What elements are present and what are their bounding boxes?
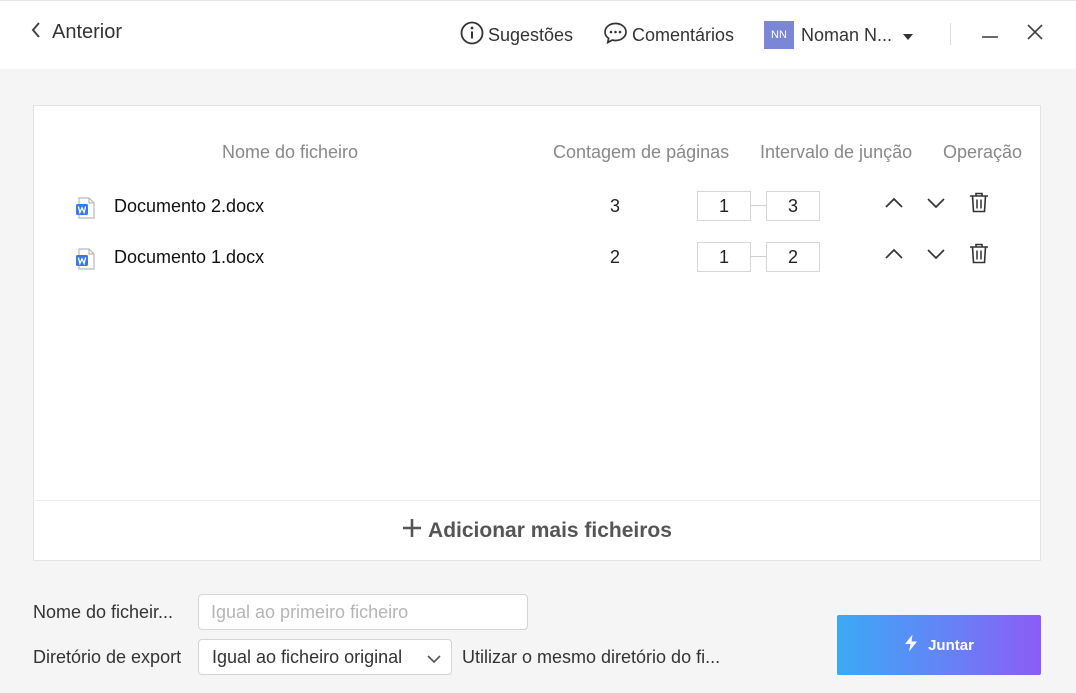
lightning-icon	[904, 634, 918, 657]
merge-button[interactable]: Juntar	[837, 615, 1041, 675]
add-more-files-button[interactable]: Adicionar mais ficheiros	[34, 500, 1040, 560]
file-name: Documento 2.docx	[114, 196, 265, 216]
merge-label: Juntar	[928, 636, 974, 654]
trash-icon	[969, 243, 989, 269]
move-up-button[interactable]	[883, 245, 905, 267]
back-label: Anterior	[52, 21, 123, 43]
export-dir-label: Diretório de export	[33, 647, 182, 667]
close-icon	[1026, 23, 1044, 46]
comments-label: Comentários	[632, 25, 735, 45]
user-name: Noman N...	[801, 24, 893, 45]
range-dash	[751, 205, 766, 206]
chevron-left-icon	[30, 21, 42, 44]
column-header-pages: Contagem de páginas	[553, 142, 730, 162]
add-more-files-label: Adicionar mais ficheiros	[428, 518, 672, 542]
comments-button[interactable]: Comentários	[603, 21, 734, 50]
move-down-button[interactable]	[925, 194, 947, 216]
export-dir-select[interactable]: Igual ao ficheiro original	[198, 639, 452, 675]
move-up-button[interactable]	[883, 194, 905, 216]
plus-icon	[402, 518, 422, 543]
export-dir-hint: Utilizar o mesmo diretório do fi...	[462, 647, 721, 667]
user-menu[interactable]: NN Noman N...	[764, 21, 914, 49]
file-list-panel: Nome do ficheiro Contagem de páginas Int…	[33, 105, 1041, 561]
chat-bubble-icon	[603, 21, 628, 50]
delete-button[interactable]	[968, 243, 990, 269]
delete-button[interactable]	[968, 192, 990, 218]
table-row: Documento 2.docx 3 1 3	[34, 191, 1040, 225]
chevron-down-icon	[926, 247, 946, 265]
suggestions-button[interactable]: Sugestões	[460, 21, 573, 50]
range-end-input[interactable]: 2	[766, 242, 820, 272]
chevron-up-icon	[884, 247, 904, 265]
suggestions-label: Sugestões	[488, 25, 574, 45]
range-end-input[interactable]: 3	[766, 191, 820, 221]
caret-down-icon	[902, 25, 914, 46]
move-down-button[interactable]	[925, 245, 947, 267]
export-dir-value: Igual ao ficheiro original	[212, 646, 403, 667]
title-bar: Anterior Sugestões Comentários NN Noman …	[0, 0, 1076, 69]
column-header-range: Intervalo de junção	[760, 142, 913, 162]
page-count: 3	[609, 196, 620, 216]
avatar: NN	[764, 21, 794, 49]
file-name: Documento 1.docx	[114, 247, 265, 267]
info-circle-icon	[460, 21, 484, 50]
range-start-input[interactable]: 1	[697, 242, 751, 272]
chevron-down-icon	[427, 651, 441, 669]
column-header-operation: Operação	[943, 142, 1023, 162]
trash-icon	[969, 192, 989, 218]
minimize-button[interactable]	[979, 23, 1001, 45]
page-count: 2	[609, 247, 620, 267]
minimize-icon	[981, 23, 999, 46]
chevron-up-icon	[884, 196, 904, 214]
range-dash	[751, 256, 766, 257]
range-start-input[interactable]: 1	[697, 191, 751, 221]
chevron-down-icon	[926, 196, 946, 214]
title-separator	[950, 23, 951, 45]
filename-label: Nome do ficheir...	[33, 602, 174, 622]
close-button[interactable]	[1024, 23, 1046, 45]
column-header-name: Nome do ficheiro	[222, 142, 359, 162]
word-document-icon	[76, 248, 96, 275]
filename-input[interactable]	[198, 594, 528, 630]
word-document-icon	[76, 197, 96, 224]
table-row: Documento 1.docx 2 1 2	[34, 242, 1040, 276]
back-button[interactable]: Anterior	[30, 21, 122, 44]
